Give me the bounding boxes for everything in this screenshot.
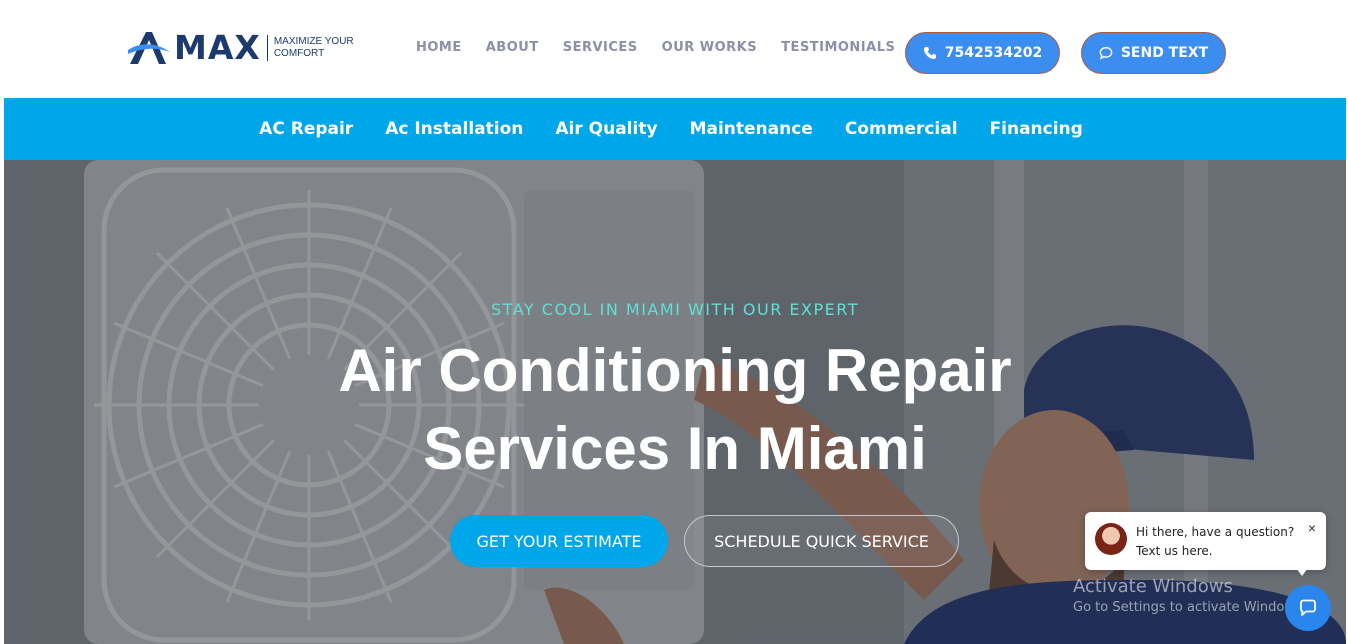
get-estimate-button[interactable]: GET YOUR ESTIMATE <box>450 515 668 567</box>
chat-message-line1: Hi there, have a question? <box>1136 525 1295 539</box>
service-maintenance[interactable]: Maintenance <box>690 119 813 139</box>
service-commercial[interactable]: Commercial <box>845 119 958 139</box>
logo-a-icon <box>128 32 170 64</box>
logo-tagline-line1: MAXIMIZE YOUR <box>273 36 354 47</box>
send-text-button[interactable]: SEND TEXT <box>1081 32 1226 74</box>
close-icon[interactable]: × <box>1308 520 1316 536</box>
main-nav: HOME ABOUT SERVICES OUR WORKS TESTIMONIA… <box>416 40 895 55</box>
logo-tagline-line2: COMFORT <box>273 48 325 59</box>
page: MAX MAXIMIZE YOUR COMFORT HOME ABOUT SER… <box>0 0 1348 644</box>
service-ac-installation[interactable]: Ac Installation <box>385 119 523 139</box>
hero-section: STAY COOL IN MIAMI WITH OUR EXPERT Air C… <box>4 160 1346 644</box>
hero-eyebrow: STAY COOL IN MIAMI WITH OUR EXPERT <box>491 300 859 319</box>
logo[interactable]: MAX MAXIMIZE YOUR COMFORT <box>126 28 354 68</box>
phone-button-label: 7542534202 <box>944 45 1043 61</box>
chat-icon <box>1300 599 1316 616</box>
logo-tagline: MAXIMIZE YOUR COMFORT <box>274 36 354 60</box>
chat-popup-tail <box>1296 568 1308 576</box>
nav-services[interactable]: SERVICES <box>563 40 638 55</box>
service-financing[interactable]: Financing <box>990 119 1083 139</box>
windows-activation-watermark: Activate Windows Go to Settings to activ… <box>1073 576 1306 618</box>
phone-icon <box>923 46 936 60</box>
nav-our-works[interactable]: OUR WORKS <box>662 40 757 55</box>
chat-message-line2: Text us here. <box>1136 544 1213 558</box>
chat-bubble-icon <box>1099 47 1113 60</box>
logo-divider <box>266 35 268 61</box>
watermark-title: Activate Windows <box>1073 576 1233 597</box>
hero-headline-line1: Air Conditioning Repair <box>338 337 1012 404</box>
phone-button[interactable]: 7542534202 <box>905 32 1060 74</box>
logo-wordmark: MAX <box>174 28 261 67</box>
nav-about[interactable]: ABOUT <box>486 40 539 55</box>
schedule-service-button[interactable]: SCHEDULE QUICK SERVICE <box>684 515 959 567</box>
agent-avatar <box>1095 523 1127 555</box>
nav-testimonials[interactable]: TESTIMONIALS <box>781 40 895 55</box>
chat-launcher-button[interactable] <box>1285 585 1331 631</box>
chat-popup[interactable]: Hi there, have a question? Text us here.… <box>1085 512 1326 570</box>
watermark-subtitle: Go to Settings to activate Windows. <box>1073 600 1306 615</box>
hero-headline-line2: Services In Miami <box>423 415 927 482</box>
site-header: MAX MAXIMIZE YOUR COMFORT HOME ABOUT SER… <box>4 0 1346 98</box>
service-air-quality[interactable]: Air Quality <box>555 119 657 139</box>
service-bar: AC Repair Ac Installation Air Quality Ma… <box>4 98 1346 160</box>
service-ac-repair[interactable]: AC Repair <box>259 119 353 139</box>
hero-headline: Air Conditioning Repair Services In Miam… <box>4 332 1346 488</box>
chat-message: Hi there, have a question? Text us here. <box>1136 523 1294 561</box>
nav-home[interactable]: HOME <box>416 40 462 55</box>
send-text-label: SEND TEXT <box>1120 45 1209 61</box>
